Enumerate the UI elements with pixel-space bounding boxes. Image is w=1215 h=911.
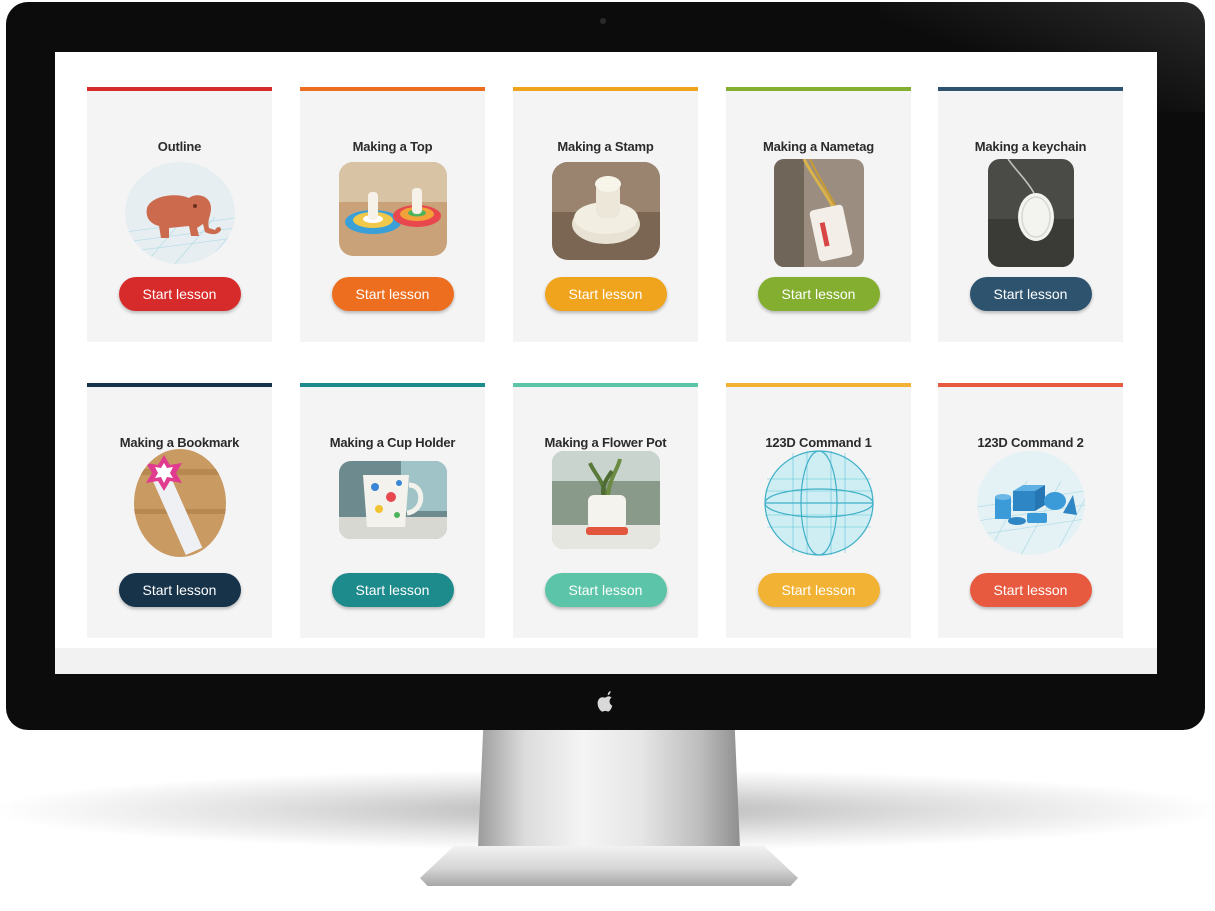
card-accent-bar <box>938 383 1123 387</box>
card-accent-bar <box>513 383 698 387</box>
lesson-title: 123D Command 2 <box>977 435 1084 450</box>
lesson-card-outline: Outline Start lesson <box>87 87 272 342</box>
card-accent-bar <box>87 87 272 91</box>
lesson-title: Making a keychain <box>974 139 1087 154</box>
apple-logo-icon <box>597 691 613 712</box>
spinning-top-photo <box>338 162 447 256</box>
elephant-model-icon <box>124 162 235 264</box>
start-lesson-button[interactable]: Start lesson <box>331 277 454 311</box>
lesson-card-bookmark: Making a Bookmark Start lesson <box>87 383 272 638</box>
start-lesson-button[interactable]: Start lesson <box>757 573 880 607</box>
primitive-shapes-icon <box>976 451 1085 555</box>
flower-pot-photo <box>551 451 660 549</box>
card-accent-bar <box>300 383 485 387</box>
bookmark-photo <box>133 449 226 557</box>
card-accent-bar <box>87 383 272 387</box>
start-lesson-button[interactable]: Start lesson <box>118 277 241 311</box>
lesson-card-nametag: Making a Nametag Start lesson <box>726 87 911 342</box>
lesson-card-stamp: Making a Stamp Start lesson <box>513 87 698 342</box>
lesson-title: 123D Command 1 <box>765 435 872 450</box>
lesson-title: Making a Top <box>352 139 433 154</box>
lesson-title: Making a Nametag <box>763 139 874 154</box>
start-lesson-button[interactable]: Start lesson <box>544 277 667 311</box>
lesson-card-keychain: Making a keychain Start lesson <box>938 87 1123 342</box>
monitor-stand-base <box>420 846 798 886</box>
stamp-photo <box>551 162 660 260</box>
cup-holder-photo <box>338 461 447 539</box>
webcam-icon <box>600 18 606 24</box>
lesson-title: Making a Stamp <box>557 139 654 154</box>
screen: Outline Start lesson Making a Top Start … <box>55 52 1157 674</box>
card-accent-bar <box>726 383 911 387</box>
monitor-stand-neck <box>478 728 740 848</box>
keychain-photo <box>987 159 1074 267</box>
lesson-title: Making a Flower Pot <box>544 435 667 450</box>
nametag-photo <box>773 159 864 267</box>
screen-footer <box>55 648 1157 674</box>
lesson-card-top: Making a Top Start lesson <box>300 87 485 342</box>
card-accent-bar <box>513 87 698 91</box>
start-lesson-button[interactable]: Start lesson <box>331 573 454 607</box>
lesson-title: Making a Bookmark <box>119 435 240 450</box>
lesson-title: Making a Cup Holder <box>329 435 456 450</box>
lesson-card-command-1: 123D Command 1 Start lesson <box>726 383 911 638</box>
card-accent-bar <box>300 87 485 91</box>
sphere-wireframe-icon <box>763 449 875 557</box>
lesson-title: Outline <box>157 139 202 154</box>
card-accent-bar <box>938 87 1123 91</box>
start-lesson-button[interactable]: Start lesson <box>544 573 667 607</box>
lesson-card-flower-pot: Making a Flower Pot Start lesson <box>513 383 698 638</box>
card-accent-bar <box>726 87 911 91</box>
start-lesson-button[interactable]: Start lesson <box>757 277 880 311</box>
start-lesson-button[interactable]: Start lesson <box>969 573 1092 607</box>
lesson-card-command-2: 123D Command 2 Start lesson <box>938 383 1123 638</box>
lesson-card-cup-holder: Making a Cup Holder Start lesson <box>300 383 485 638</box>
start-lesson-button[interactable]: Start lesson <box>969 277 1092 311</box>
start-lesson-button[interactable]: Start lesson <box>118 573 241 607</box>
